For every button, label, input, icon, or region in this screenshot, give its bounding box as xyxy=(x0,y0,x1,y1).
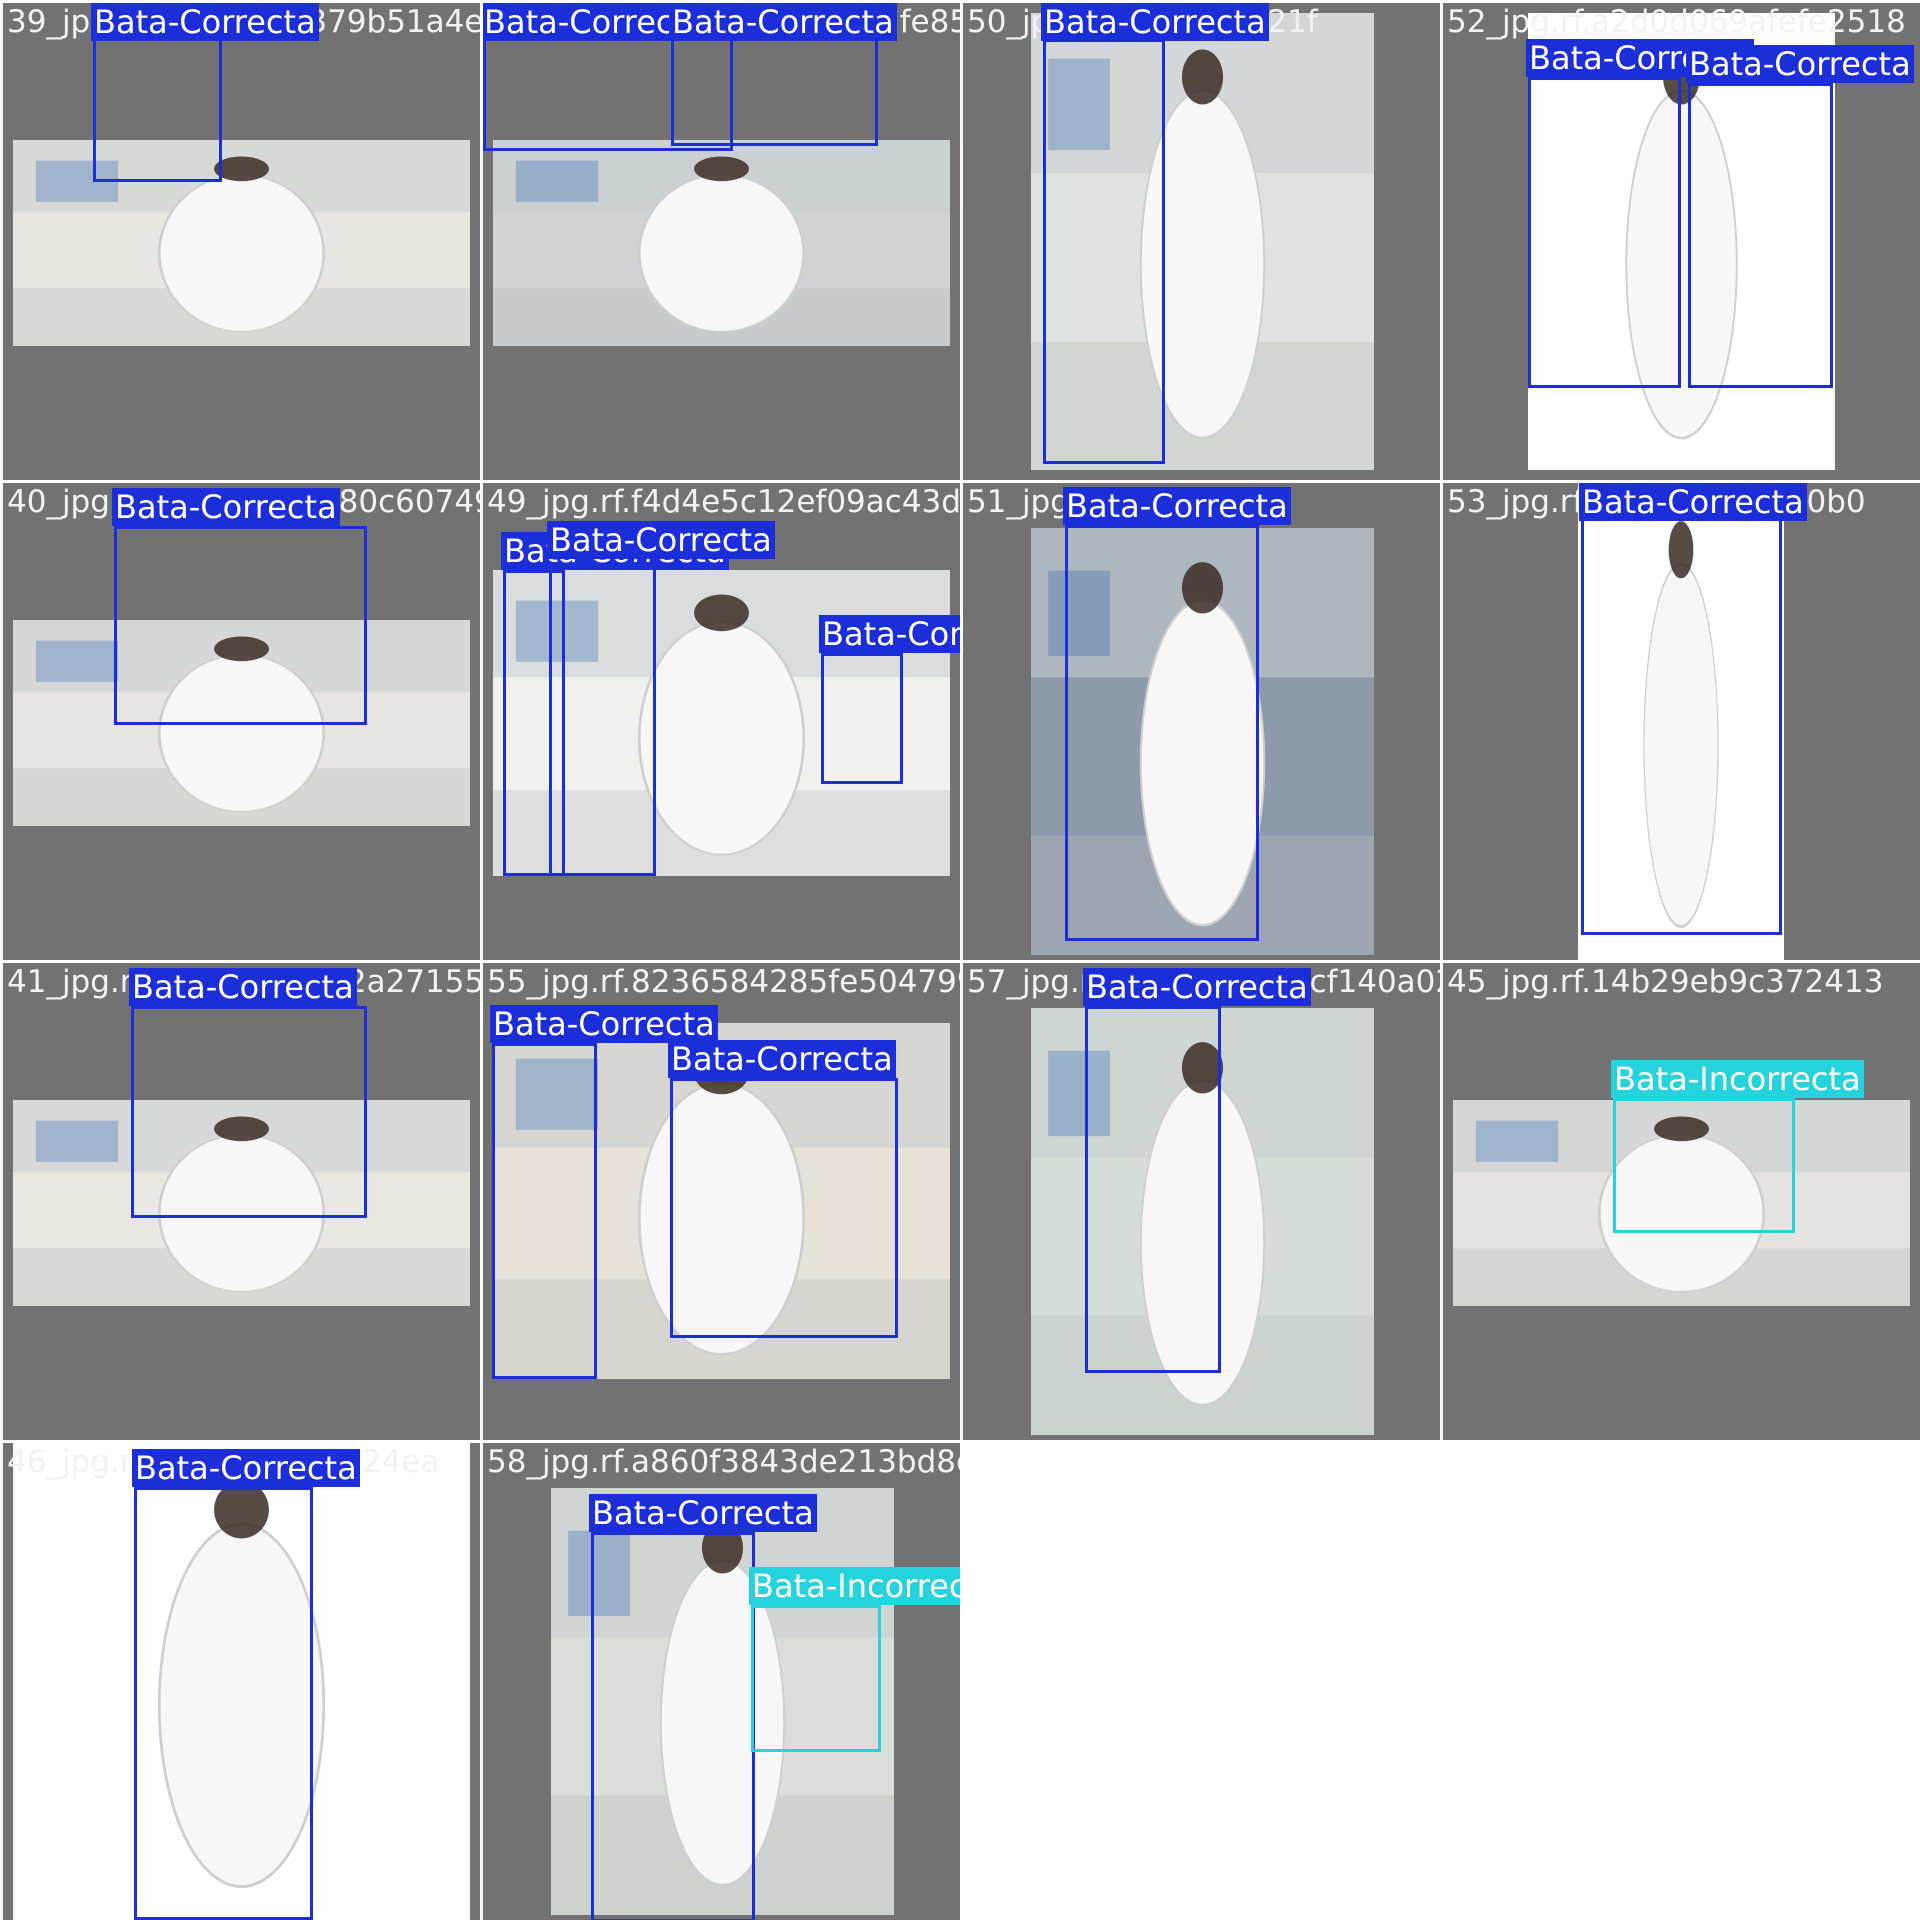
image-tile: 55_jpg.rf.8236584285fe5047992 Bata-Correc… xyxy=(483,963,960,1440)
image-tile: 45_jpg.rf.14b29eb9c372413 Bata-Incorrecta xyxy=(1443,963,1920,1440)
box-label-incorrect: Bata-Incorrecta xyxy=(749,1567,960,1605)
box-label-correct: Bata-Correcta xyxy=(1063,487,1291,525)
bounding-box-correct xyxy=(134,1487,313,1920)
detection-mosaic: 39_jpg.rf.de61ad11379b51a4e8a57f65d62733… xyxy=(0,0,1920,1920)
bounding-box-correct xyxy=(114,526,367,725)
bounding-box-correct xyxy=(1581,503,1782,935)
box-label-correct: Bata-Correcta xyxy=(1579,483,1807,521)
image-tile: 48_jpg.rf.5c6e7c3a4dba67fe850ea2b4Bata-C… xyxy=(483,3,960,480)
bounding-box-correct xyxy=(131,1006,367,1218)
bounding-box-correct xyxy=(1043,39,1165,464)
image-tile: 51_jpg.rf.ec98ec0d6Bata-Correcta xyxy=(963,483,1440,960)
bounding-box-correct xyxy=(1688,83,1833,388)
image-tile: 50_jpg.rf.a8b9a98921fBata-Correcta xyxy=(963,3,1440,480)
bounding-box-incorrect xyxy=(751,1605,881,1752)
image-tile: 53_jpg.rf.1d4598ba26e0b0Bata-Correcta xyxy=(1443,483,1920,960)
bounding-box-correct xyxy=(1528,77,1681,388)
box-label-correct: Bata-Correcta xyxy=(132,1449,360,1487)
box-label-correct: Bata-Correcta xyxy=(547,521,775,559)
image-tile: 40_jpg.rf.84f5da493180c60749Bata-Correct… xyxy=(3,483,480,960)
tile-filename: 49_jpg.rf.f4d4e5c12ef09ac43df5f61 xyxy=(487,484,960,520)
box-label-correct: Bata-Correcta xyxy=(91,3,319,41)
tile-filename: 58_jpg.rf.a860f3843de213bd8c394f59ae5bcf… xyxy=(487,1444,960,1480)
box-label-correct: Bata-Correcta xyxy=(668,1040,896,1078)
tile-filename: 45_jpg.rf.14b29eb9c372413 xyxy=(1447,964,1884,1000)
box-label-correct: Bata-Correcta xyxy=(589,1494,817,1532)
image-tile: 58_jpg.rf.a860f3843de213bd8c394f59ae5bcf… xyxy=(483,1443,960,1920)
image-tile: 57_jpg.rf.9fd4f4a83b4cf140a02aacd02833fB… xyxy=(963,963,1440,1440)
bounding-box-correct xyxy=(821,653,903,784)
box-label-correct: Bata-Correcta xyxy=(129,968,357,1006)
box-label-correct: Bata-Correcta xyxy=(1083,968,1311,1006)
box-label-correct: Bata-Correcta xyxy=(1686,45,1914,83)
tile-photo xyxy=(493,140,950,346)
box-label-correct: Bata-Correcta xyxy=(1041,3,1269,41)
box-label-correct: Bata-Correcta xyxy=(112,488,340,526)
image-tile: 52_jpg.rf.a2d0d069afefe2518 Bata-Correcta… xyxy=(1443,3,1920,480)
image-tile: 41_jpg.rf.3e0112b7de2a27155Bata-Correcta xyxy=(3,963,480,1440)
tile-filename: 55_jpg.rf.8236584285fe5047992 xyxy=(487,964,960,1000)
bounding-box-incorrect xyxy=(1613,1098,1795,1233)
bounding-box-correct xyxy=(93,35,222,182)
bounding-box-correct xyxy=(1085,1006,1221,1373)
box-label-correct: Bata-Correcta xyxy=(669,3,897,41)
image-tile: 46_jpg.rf.c5d1ec4792024eaBata-Correcta xyxy=(3,1443,480,1920)
bounding-box-correct xyxy=(492,1043,597,1379)
tile-filename: 52_jpg.rf.a2d0d069afefe2518 xyxy=(1447,4,1906,40)
image-tile: 39_jpg.rf.de61ad11379b51a4e8a57f65d62733… xyxy=(3,3,480,480)
bounding-box-correct xyxy=(670,1078,898,1338)
bounding-box-correct xyxy=(591,1532,755,1920)
bounding-box-correct xyxy=(671,28,878,146)
bounding-box-correct xyxy=(549,559,656,876)
box-label-incorrect: Bata-Incorrecta xyxy=(1611,1060,1864,1098)
box-label-correct: Bata-Correcta xyxy=(490,1005,718,1043)
tile-photo xyxy=(13,140,470,346)
image-tile: 49_jpg.rf.f4d4e5c12ef09ac43df5f61Bata-Co… xyxy=(483,483,960,960)
bounding-box-correct xyxy=(1065,525,1259,941)
box-label-correct: Bata-Correcta xyxy=(819,615,960,653)
